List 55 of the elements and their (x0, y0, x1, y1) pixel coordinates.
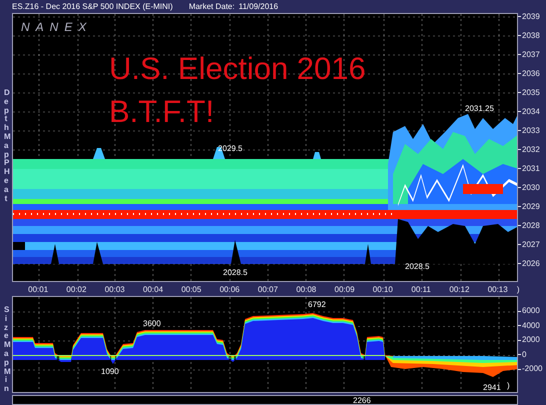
axis-tick-label: 0 (518, 348, 546, 362)
price-annotation: 2029.5 (218, 144, 242, 153)
overlay-title: B.T.F.T! (109, 95, 216, 129)
price-annotation: 2028.5 (405, 262, 430, 271)
axis-tick-label: 2030 (518, 178, 546, 197)
time-tick-label: 00:02 (66, 284, 86, 294)
gap-notch (93, 242, 103, 264)
axis-tick-label: 2032 (518, 140, 546, 159)
gap-notch (231, 240, 241, 264)
axis-tick-label: 2038 (518, 26, 546, 45)
instrument-title: ES.Z16 - Dec 2016 S&P 500 INDEX (E-MINI) (12, 2, 173, 11)
time-tick-label: 00:03 (104, 284, 125, 294)
axis-tick-label: 2035 (518, 83, 546, 102)
axis-tick-label: 2031 (518, 159, 546, 178)
size-annotation: 3600 (143, 319, 161, 328)
time-tick-label: 00:08 (296, 284, 316, 294)
axis-tick-label: 2027 (518, 235, 546, 254)
gap-notch (365, 244, 371, 264)
time-tick-label: 00:10 (372, 284, 393, 294)
time-tick-label: 00:09 (334, 284, 355, 294)
time-tick-label: 00:01 (28, 284, 48, 294)
time-tick-label: 00:05 (181, 284, 202, 294)
axis-tick-label: 2034 (518, 102, 546, 121)
time-tick-label: 00:11 (411, 284, 431, 294)
size-annotation: 6792 (308, 300, 326, 309)
axis-tick-label: 2037 (518, 45, 546, 64)
scroll-end-mark: ) (507, 381, 510, 390)
market-date-label: Market Date: (188, 2, 235, 11)
axis-tick-label: 4000 (518, 318, 546, 333)
time-tick-label: 00:12 (449, 284, 470, 294)
axis-tick-label: 2039 (518, 7, 546, 26)
size-annotation: 2941 (483, 383, 501, 392)
size-annotation: 1090 (101, 367, 119, 376)
time-tick-label: 00:07 (258, 284, 278, 294)
price-annotation: 2031.25 (465, 104, 494, 113)
scroll-end-mark: ) (516, 284, 520, 294)
axis-tick-label: 2036 (518, 64, 546, 83)
axis-title: Depth Map PHeat (4, 89, 8, 204)
size-annotation: 2266 (353, 396, 371, 404)
axis-tick-label: 2028 (518, 216, 546, 235)
overlay-title: U.S. Election 2016 (109, 52, 366, 86)
market-date: 11/09/2016 (238, 2, 278, 11)
axis-title: Size Map Min (4, 306, 8, 394)
time-tick-label: 00:06 (220, 284, 240, 294)
axis-tick-label: 6000 (518, 304, 546, 318)
time-tick-label: 00:13 (488, 284, 508, 294)
price-annotation: 2028.5 (223, 268, 248, 277)
axis-tick-label: 2000 (518, 333, 546, 348)
axis-tick-label: 2033 (518, 121, 546, 140)
axis-tick-label: 2026 (518, 254, 546, 273)
gap-notch (51, 244, 59, 264)
axis-tick-label: 2029 (518, 197, 546, 216)
logo: NANEX (21, 20, 92, 34)
axis-tick-label: -2000 (518, 362, 546, 376)
time-tick-label: 00:04 (143, 284, 164, 294)
